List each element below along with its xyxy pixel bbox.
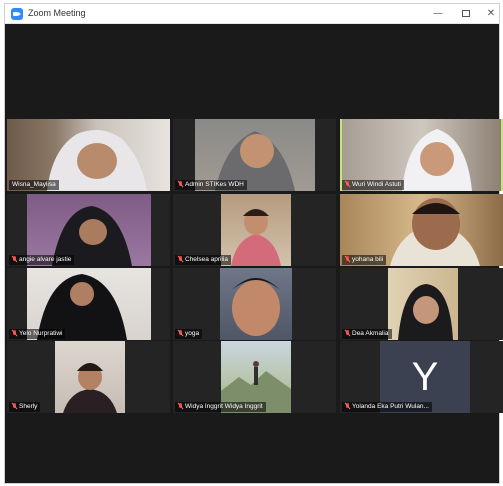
participant-name: yohana bili	[342, 255, 387, 265]
zoom-window: Zoom Meeting — ✕ Wisna_Maylisa Admin STI…	[4, 3, 503, 484]
maximize-icon	[462, 10, 470, 17]
close-button[interactable]: ✕	[481, 6, 501, 22]
window-title: Zoom Meeting	[28, 8, 86, 18]
participant-tile-wisna[interactable]: Wisna_Maylisa	[7, 119, 170, 191]
participant-name: Yolanda Eka Putri Wulan...	[342, 402, 432, 412]
participant-name: Widya Inggrit Widya Inggrit	[175, 402, 266, 412]
participant-tile-yelo[interactable]: Yelo Nurpratiwi	[7, 268, 170, 340]
video-feed	[388, 268, 458, 340]
video-feed	[221, 194, 291, 266]
participant-tile-widya[interactable]: Widya Inggrit Widya Inggrit	[173, 341, 336, 413]
mic-off-icon	[12, 256, 17, 262]
participant-name: Yelo Nurpratiwi	[9, 329, 66, 339]
mic-off-icon	[345, 181, 350, 187]
mic-off-icon	[345, 256, 350, 262]
participant-name: Chelsea aprilia	[175, 255, 231, 265]
participant-name: Dea Akmalia	[342, 329, 392, 339]
participant-tile-dea[interactable]: Dea Akmalia	[340, 268, 503, 340]
mic-off-icon	[12, 330, 17, 336]
maximize-button[interactable]	[456, 6, 476, 22]
participant-tile-chelsea[interactable]: Chelsea aprilia	[173, 194, 336, 266]
participant-name: yoga	[175, 329, 203, 339]
participant-tile-angie[interactable]: angie alvare jastie	[7, 194, 170, 266]
participant-tile-yolanda[interactable]: Y Yolanda Eka Putri Wulan...	[340, 341, 503, 413]
person-silhouette	[398, 284, 453, 340]
mic-off-icon	[178, 330, 183, 336]
video-feed	[220, 268, 292, 340]
mic-off-icon	[178, 403, 183, 409]
participant-tile-wuri[interactable]: Wuri Windi Astuti	[340, 119, 503, 191]
minimize-button[interactable]: —	[428, 6, 448, 22]
person-silhouette	[231, 209, 281, 266]
person-silhouette	[63, 363, 117, 413]
mic-off-icon	[178, 256, 183, 262]
participant-name: Sherly	[9, 402, 41, 412]
participant-tile-yoga[interactable]: yoga	[173, 268, 336, 340]
participant-tile-admin[interactable]: Admin STIKes WDH	[173, 119, 336, 191]
title-bar: Zoom Meeting — ✕	[5, 4, 499, 24]
participant-name: Wisna_Maylisa	[9, 180, 59, 190]
person-silhouette	[232, 278, 280, 336]
mic-off-icon	[345, 403, 350, 409]
mic-off-icon	[178, 181, 183, 187]
mic-off-icon	[12, 403, 17, 409]
participant-name: Admin STIKes WDH	[175, 180, 247, 190]
participant-name: angie alvare jastie	[9, 255, 75, 265]
participant-tile-sherly[interactable]: Sherly	[7, 341, 170, 413]
participant-tile-yohana[interactable]: yohana bili	[340, 194, 503, 266]
participant-name: Wuri Windi Astuti	[342, 180, 405, 190]
zoom-app-icon	[11, 8, 23, 20]
video-feed	[55, 341, 125, 413]
mic-off-icon	[345, 330, 350, 336]
